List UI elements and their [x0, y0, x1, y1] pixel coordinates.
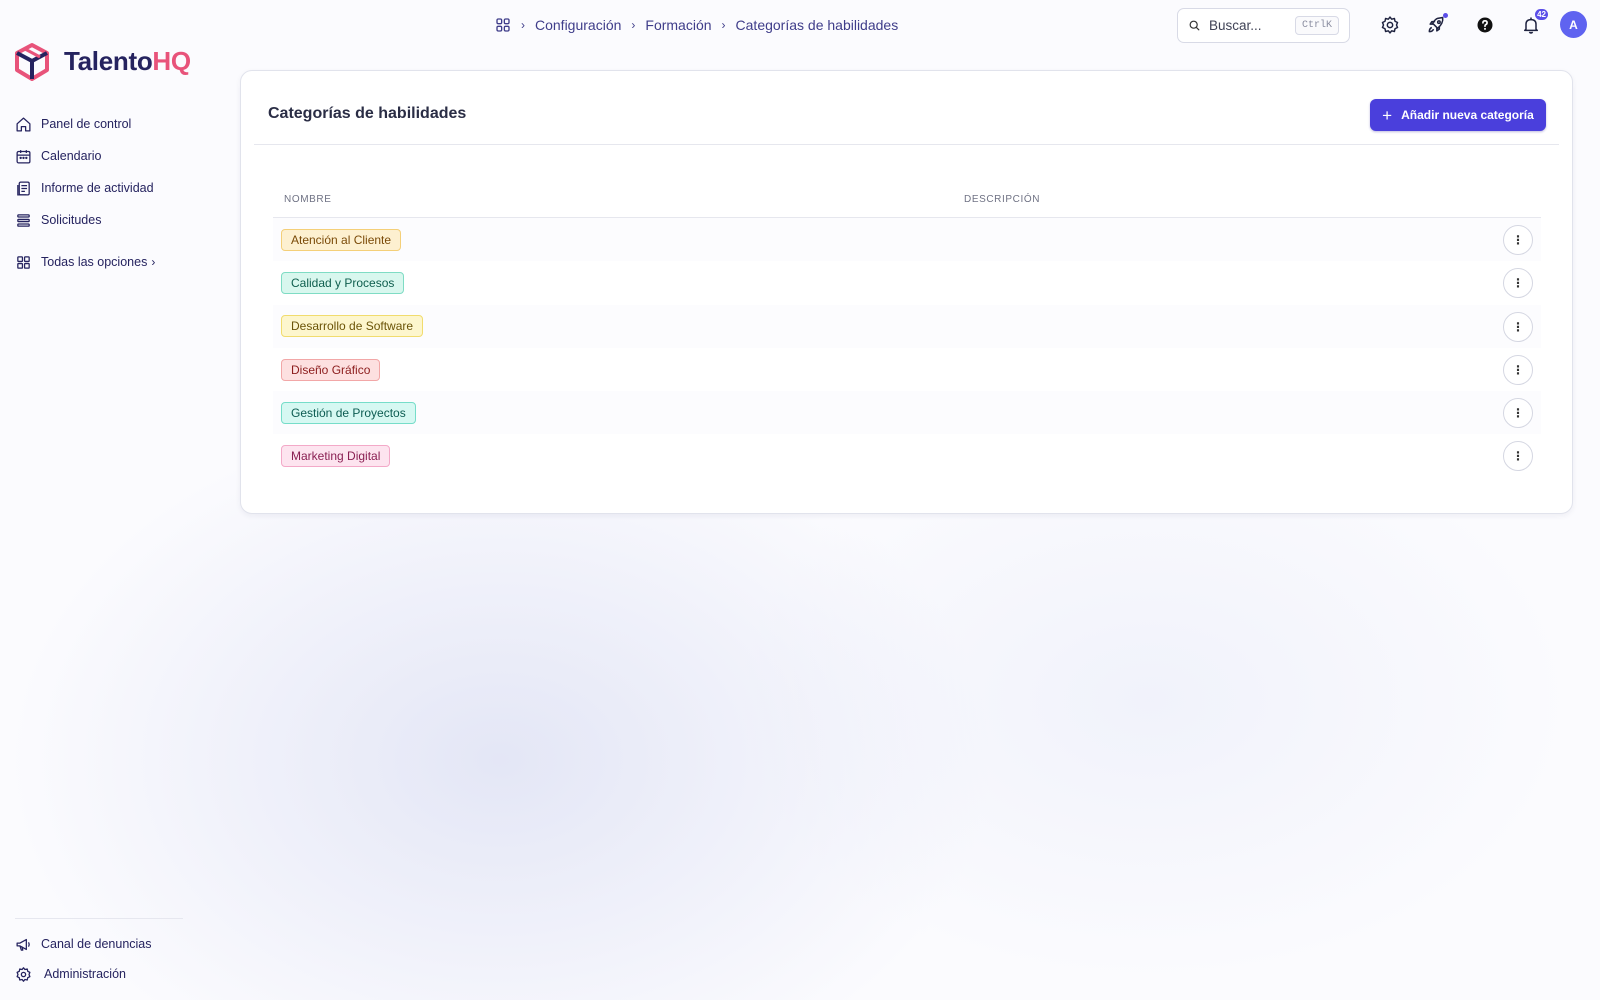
category-name-cell: Diseño Gráfico — [273, 358, 964, 381]
search-icon — [1189, 20, 1200, 31]
sidebar-item-administration[interactable]: Administración — [15, 959, 210, 989]
category-tag[interactable]: Calidad y Procesos — [281, 271, 405, 294]
category-tag[interactable]: Desarrollo de Software — [281, 315, 424, 338]
breadcrumb: › Configuración › Formación › Categorías… — [495, 14, 898, 36]
row-actions-button[interactable]: ⋮ — [1503, 311, 1533, 342]
page-title: Categorías de habilidades — [268, 105, 467, 122]
apps-icon[interactable] — [495, 17, 511, 33]
breadcrumb-item-training[interactable]: Formación — [645, 17, 711, 33]
logo-text-part1: Talento — [64, 45, 153, 76]
plus-icon: + — [1382, 105, 1393, 125]
more-vertical-icon: ⋮ — [1512, 319, 1524, 334]
sidebar-item-label: Panel de control — [41, 117, 132, 131]
breadcrumb-separator: › — [521, 18, 525, 32]
row-actions-button[interactable]: ⋮ — [1503, 441, 1533, 472]
megaphone-icon — [16, 938, 30, 951]
sidebar-item-label: Informe de actividad — [41, 181, 154, 195]
logo-cube-icon — [15, 43, 49, 81]
category-tag[interactable]: Marketing Digital — [281, 445, 391, 468]
sidebar-item-label: Todas las opciones — [41, 255, 148, 269]
table-row[interactable]: Marketing Digital ⋮ — [273, 434, 1541, 477]
sidebar-item-all-options[interactable]: Todas las opciones › — [15, 246, 210, 278]
breadcrumb-separator: › — [631, 18, 636, 32]
rocket-icon — [1428, 16, 1444, 33]
row-actions-button[interactable]: ⋮ — [1503, 354, 1533, 385]
help-button[interactable] — [1472, 12, 1498, 38]
category-tag[interactable]: Diseño Gráfico — [281, 358, 381, 381]
more-vertical-icon: ⋮ — [1512, 276, 1524, 291]
column-header-description[interactable]: DESCRIPCIÓN — [964, 194, 1464, 205]
sidebar-divider — [15, 918, 183, 919]
search-input[interactable] — [1208, 18, 1295, 33]
category-tag[interactable]: Atención al Cliente — [281, 228, 402, 251]
table-body: Atención al Cliente ⋮ Calidad y Procesos ⋮ D… — [273, 218, 1541, 478]
sidebar-item-activity-report[interactable]: Informe de actividad — [15, 172, 210, 204]
app-logo[interactable]: TalentoHQ — [12, 40, 191, 82]
card-header-divider — [254, 144, 1559, 145]
rocket-button[interactable] — [1423, 12, 1449, 38]
logo-text-part2: HQ — [152, 45, 191, 76]
breadcrumb-separator: › — [721, 18, 726, 32]
table-row[interactable]: Atención al Cliente ⋮ — [273, 218, 1541, 262]
grid-icon — [17, 255, 30, 269]
gear-icon — [16, 966, 31, 982]
search-shortcut-hint: CtrlK — [1294, 16, 1339, 35]
table-row[interactable]: Calidad y Procesos ⋮ — [273, 261, 1541, 304]
more-vertical-icon: ⋮ — [1512, 233, 1524, 247]
sidebar-nav: Panel de control Calendario Informe de a… — [15, 108, 210, 278]
category-name-cell: Atención al Cliente — [273, 228, 964, 251]
category-name-cell: Marketing Digital — [273, 445, 964, 468]
calendar-icon — [16, 149, 31, 164]
sidebar-item-label: Administración — [44, 967, 126, 981]
sidebar-item-label: Solicitudes — [41, 213, 102, 227]
user-avatar[interactable]: A — [1560, 11, 1587, 38]
more-vertical-icon: ⋮ — [1512, 406, 1524, 421]
category-name-cell: Gestión de Proyectos — [273, 401, 964, 424]
category-tag[interactable]: Gestión de Proyectos — [281, 401, 416, 424]
table-header: NOMBRE DESCRIPCIÓN — [273, 181, 1541, 218]
settings-icon — [1381, 16, 1399, 34]
breadcrumb-item-configuration[interactable]: Configuración — [535, 17, 621, 33]
table-row[interactable]: Desarrollo de Software ⋮ — [273, 304, 1541, 348]
sidebar-item-whistleblower-channel[interactable]: Canal de denuncias — [15, 929, 210, 959]
notifications-button[interactable]: 42 — [1518, 9, 1548, 38]
breadcrumb-item-skill-categories[interactable]: Categorías de habilidades — [736, 17, 899, 33]
report-icon — [17, 180, 30, 196]
category-name-cell: Calidad y Procesos — [273, 271, 964, 294]
sidebar: TalentoHQ Panel de control Calendario In… — [0, 0, 215, 1000]
more-vertical-icon: ⋮ — [1512, 449, 1524, 464]
search-box[interactable]: CtrlK — [1177, 8, 1350, 43]
sidebar-item-label: Canal de denuncias — [41, 937, 152, 951]
help-icon — [1477, 17, 1493, 33]
row-actions-button[interactable]: ⋮ — [1503, 225, 1533, 255]
table-row[interactable]: Diseño Gráfico ⋮ — [273, 348, 1541, 391]
notifications-count-badge: 42 — [1535, 9, 1548, 20]
home-icon — [16, 116, 31, 132]
logo-text: TalentoHQ — [64, 46, 191, 77]
add-category-button[interactable]: + Añadir nueva categoría — [1370, 99, 1546, 131]
settings-button[interactable] — [1377, 12, 1403, 38]
sidebar-item-dashboard[interactable]: Panel de control — [15, 108, 210, 140]
sidebar-bottom-nav: Canal de denuncias Administración — [15, 929, 210, 989]
categories-table: NOMBRE DESCRIPCIÓN Atención al Cliente ⋮ C… — [273, 181, 1541, 478]
rocket-notification-dot — [1443, 13, 1448, 18]
sidebar-item-label: Calendario — [41, 149, 102, 163]
skill-categories-card: Categorías de habilidades + Añadir nueva… — [240, 70, 1573, 514]
sidebar-item-calendar[interactable]: Calendario — [15, 140, 210, 172]
table-row[interactable]: Gestión de Proyectos ⋮ — [273, 391, 1541, 435]
chevron-right-icon: › — [151, 255, 156, 269]
list-icon — [17, 213, 30, 227]
column-header-name[interactable]: NOMBRE — [273, 194, 964, 205]
category-name-cell: Desarrollo de Software — [273, 315, 964, 338]
row-actions-button[interactable]: ⋮ — [1503, 398, 1533, 429]
sidebar-item-requests[interactable]: Solicitudes — [15, 204, 210, 236]
add-category-button-label: Añadir nueva categoría — [1401, 108, 1534, 122]
row-actions-button[interactable]: ⋮ — [1503, 268, 1533, 299]
more-vertical-icon: ⋮ — [1512, 362, 1524, 377]
